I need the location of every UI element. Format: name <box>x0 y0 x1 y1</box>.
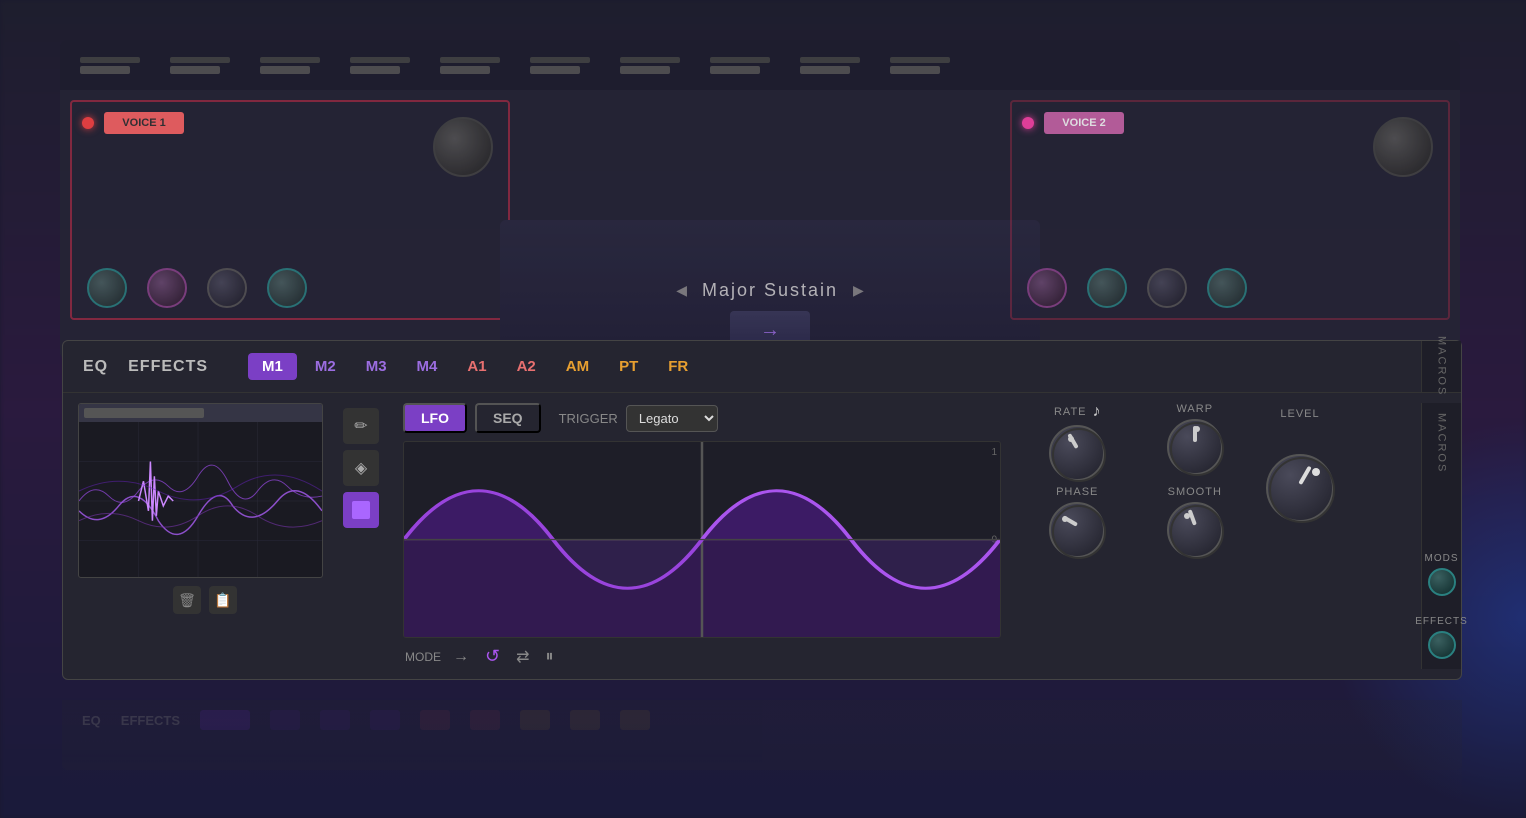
waveform-controls: 🗑 📋 <box>78 586 328 614</box>
seq-button[interactable]: SEQ <box>475 403 541 433</box>
tab-am[interactable]: AM <box>552 353 603 380</box>
lfo-mode-bar: MODE → ↺ ⇄ ⏸ <box>403 644 1001 669</box>
phase-label: PHASE <box>1056 486 1098 498</box>
smooth-group: SMOOTH <box>1139 486 1252 558</box>
pingpong-mode-button[interactable]: ⇄ <box>512 645 533 669</box>
paint-tool-button[interactable] <box>343 492 379 528</box>
warp-label: WARP <box>1176 403 1213 415</box>
rate-label: RATE <box>1054 406 1087 418</box>
eraser-tool-button[interactable]: ◈ <box>343 450 379 486</box>
macros-label: MACROS <box>1436 336 1448 396</box>
tools-section: ✏ ◈ <box>343 403 393 669</box>
effects-label: EFFECTS <box>1415 616 1468 627</box>
save-button[interactable]: 📋 <box>209 586 237 614</box>
lfo-display: 1 0 <box>403 441 1001 638</box>
knobs-section: RATE ♪ WARP <box>1011 403 1261 669</box>
tab-m4[interactable]: M4 <box>403 353 452 380</box>
music-note-icon[interactable]: ♪ <box>1093 403 1101 421</box>
tab-a2[interactable]: A2 <box>503 353 550 380</box>
level-label: LEVEL <box>1280 408 1319 420</box>
bg-preset-name: Major Sustain <box>702 280 838 301</box>
lfo-section: LFO SEQ TRIGGER Legato Retrigger Free Sy… <box>393 403 1011 669</box>
loop-mode-button[interactable]: ↺ <box>481 644 504 669</box>
rate-knob[interactable] <box>1049 425 1105 481</box>
lfo-button[interactable]: LFO <box>403 403 467 433</box>
mods-knob[interactable] <box>1428 568 1456 596</box>
smooth-knob[interactable] <box>1167 502 1223 558</box>
tab-a1[interactable]: A1 <box>453 353 500 380</box>
tab-pt[interactable]: PT <box>605 353 652 380</box>
delete-button[interactable]: 🗑 <box>173 586 201 614</box>
pencil-tool-button[interactable]: ✏ <box>343 408 379 444</box>
tab-m3[interactable]: M3 <box>352 353 401 380</box>
effects-knob[interactable] <box>1428 631 1456 659</box>
mods-label: MODS <box>1425 553 1459 564</box>
mods-effects-section: MODS EFFECTS <box>1422 553 1461 659</box>
phase-group: PHASE <box>1021 486 1134 558</box>
trigger-label: TRIGGER <box>559 411 618 426</box>
right-section: LEVEL <box>1261 403 1421 669</box>
level-knob[interactable] <box>1266 454 1334 522</box>
tab-bar: EQ EFFECTS M1 M2 M3 M4 A1 A2 AM PT FR MA… <box>63 341 1461 393</box>
smooth-label: SMOOTH <box>1168 486 1222 498</box>
bg-synth-panel: VOICE 1 ◀ Major Sustain ▶ → <box>60 40 1460 360</box>
level-section: LEVEL <box>1266 408 1334 669</box>
content-area: 🗑 📋 ✏ ◈ LFO SEQ TRIGGER Legato Retrigger <box>63 393 1461 679</box>
tab-eq[interactable]: EQ <box>83 358 108 376</box>
tab-m1[interactable]: M1 <box>248 353 297 380</box>
mode-label: MODE <box>405 650 441 664</box>
bottom-reflection <box>62 690 1462 770</box>
rate-group: RATE ♪ <box>1021 403 1134 481</box>
mods-item: MODS <box>1425 553 1459 596</box>
tab-effects[interactable]: EFFECTS <box>128 358 208 376</box>
waveform-display <box>78 403 323 578</box>
forward-mode-button[interactable]: → <box>449 646 473 668</box>
waveform-section: 🗑 📋 <box>63 403 343 669</box>
lfo-top-controls: LFO SEQ TRIGGER Legato Retrigger Free Sy… <box>403 403 1001 433</box>
pause-mode-button[interactable]: ⏸ <box>542 646 558 668</box>
effects-item: EFFECTS <box>1415 616 1468 659</box>
tab-m2[interactable]: M2 <box>301 353 350 380</box>
main-panel: EQ EFFECTS M1 M2 M3 M4 A1 A2 AM PT FR MA… <box>62 340 1462 680</box>
trigger-select[interactable]: Legato Retrigger Free Sync <box>626 405 718 432</box>
tab-fr[interactable]: FR <box>654 353 702 380</box>
warp-group: WARP <box>1139 403 1252 481</box>
warp-knob[interactable] <box>1167 419 1223 475</box>
macros-vertical-label: MACROS <box>1436 413 1448 473</box>
macros-sidebar: MACROS MODS EFFECTS <box>1421 403 1461 669</box>
phase-knob[interactable] <box>1049 502 1105 558</box>
